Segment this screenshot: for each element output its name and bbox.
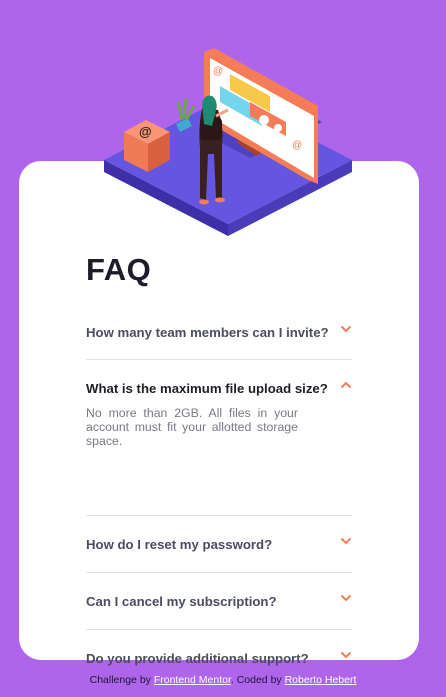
- author-link[interactable]: Roberto Hebert: [285, 674, 357, 686]
- svg-text:@: @: [292, 140, 302, 151]
- faq-question-text: What is the maximum file upload size?: [86, 381, 328, 396]
- chevron-down-icon: [340, 537, 352, 545]
- faq-question-toggle[interactable]: How many team members can I invite?: [86, 304, 352, 359]
- chevron-down-icon: [340, 651, 352, 659]
- page-title: FAQ: [86, 252, 152, 287]
- faq-question-text: Do you provide additional support?: [86, 651, 309, 666]
- chevron-down-icon: [340, 594, 352, 602]
- faq-question-text: Can I cancel my subscription?: [86, 594, 277, 609]
- chevron-up-icon: [340, 381, 352, 389]
- chevron-down-icon: [340, 325, 352, 333]
- woman-online-illustration: @ @ @: [104, 48, 352, 236]
- svg-text:@: @: [213, 66, 223, 77]
- faq-item: How do I reset my password?: [86, 516, 352, 573]
- attribution-middle: . Coded by: [230, 674, 282, 686]
- faq-question-toggle[interactable]: What is the maximum file upload size?: [86, 360, 352, 416]
- frontend-mentor-link[interactable]: Frontend Mentor: [154, 674, 231, 686]
- faq-question-text: How many team members can I invite?: [86, 325, 329, 340]
- faq-item: Can I cancel my subscription?: [86, 573, 352, 630]
- faq-question-text: How do I reset my password?: [86, 537, 273, 552]
- faq-accordion: How many team members can I invite? What…: [86, 304, 352, 686]
- attribution-prefix: Challenge by: [89, 674, 151, 686]
- faq-question-toggle[interactable]: How do I reset my password?: [86, 516, 352, 572]
- faq-item: What is the maximum file upload size? No…: [86, 360, 352, 516]
- faq-question-toggle[interactable]: Can I cancel my subscription?: [86, 573, 352, 629]
- faq-item: How many team members can I invite?: [86, 304, 352, 360]
- attribution-footer: Challenge by Frontend Mentor. Coded by R…: [0, 674, 446, 686]
- svg-text:@: @: [139, 124, 152, 139]
